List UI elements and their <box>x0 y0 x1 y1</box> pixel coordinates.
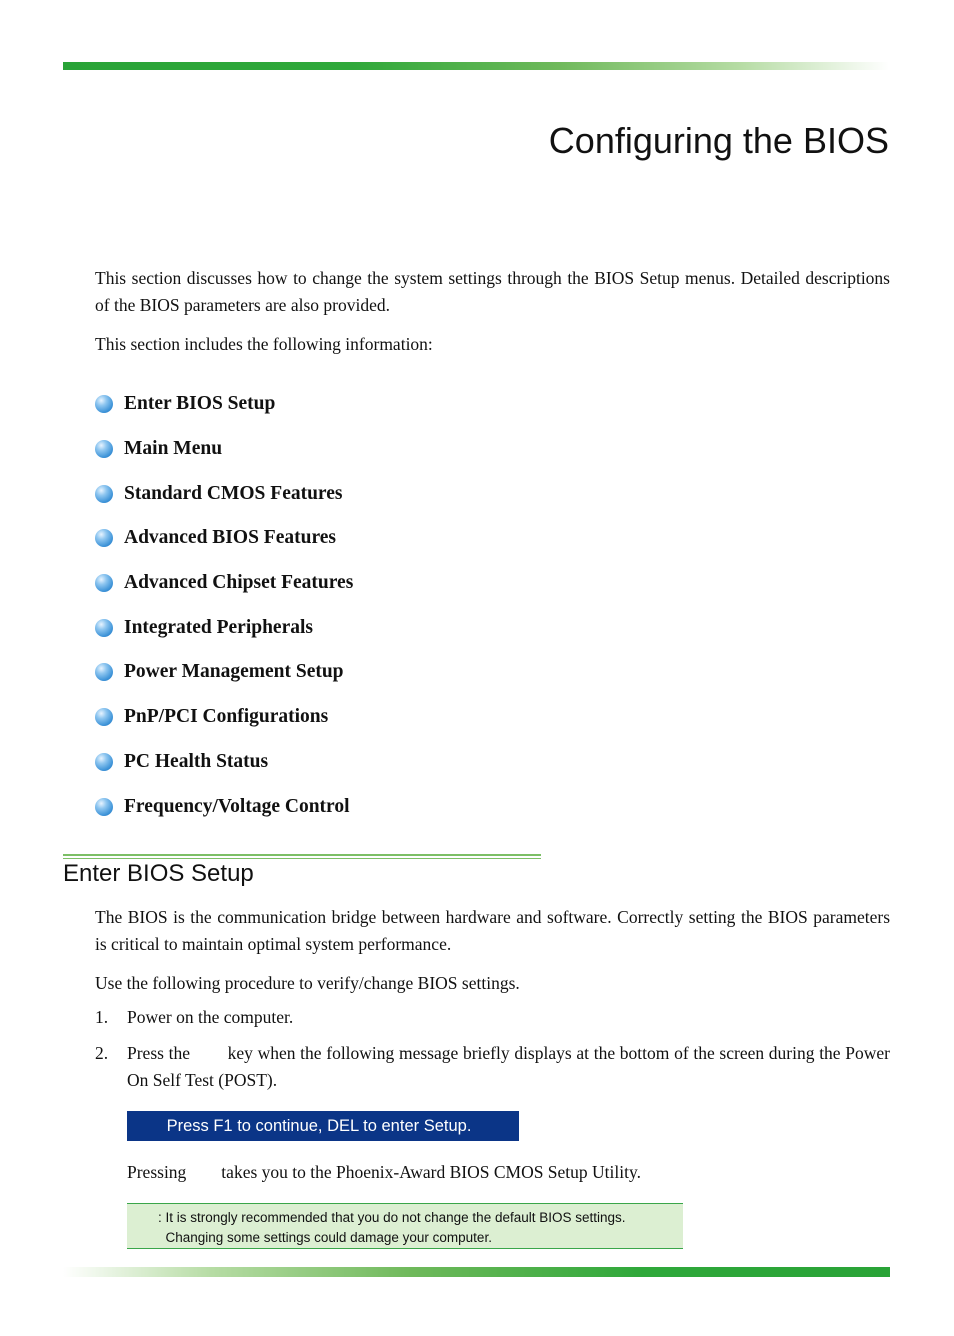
blue-sphere-bullet-icon <box>95 484 113 503</box>
step-number: 1. <box>95 1007 109 1027</box>
footer-gradient-bar <box>63 1267 890 1277</box>
pressing-del-text: Pressing takes you to the Phoenix-Award … <box>127 1162 641 1182</box>
toc-item-pc-health-status: PC Health Status <box>95 740 353 785</box>
bios-description-paragraph: The BIOS is the communication bridge bet… <box>95 907 890 954</box>
step-number: 2. <box>95 1043 109 1063</box>
procedure-step: 1. Power on the computer. <box>95 1004 890 1031</box>
toc-item-power-management-setup: Power Management Setup <box>95 650 353 695</box>
toc-link[interactable]: PC Health Status <box>124 751 268 773</box>
toc-item-advanced-bios-features: Advanced BIOS Features <box>95 516 353 561</box>
blue-sphere-bullet-icon <box>95 440 113 459</box>
step-text: Power on the computer. <box>127 1007 294 1027</box>
blue-sphere-bullet-icon <box>95 574 113 593</box>
section-heading: Enter BIOS Setup <box>63 860 254 887</box>
note-line-1: : It is strongly recommended that you do… <box>158 1210 626 1225</box>
procedure-step: 2. Press the key when the following mess… <box>95 1040 890 1094</box>
intro-paragraph: This section discusses how to change the… <box>95 268 890 315</box>
note-box: : It is strongly recommended that you do… <box>127 1203 683 1249</box>
toc-item-advanced-chipset-features: Advanced Chipset Features <box>95 561 353 606</box>
page-title: Configuring the BIOS <box>548 120 889 161</box>
toc-link[interactable]: Main Menu <box>124 438 222 460</box>
toc-link[interactable]: Standard CMOS Features <box>124 483 342 505</box>
toc-link[interactable]: Integrated Peripherals <box>124 617 313 639</box>
post-screen-message: Press F1 to continue, DEL to enter Setup… <box>127 1111 519 1141</box>
toc-link[interactable]: PnP/PCI Configurations <box>124 706 328 728</box>
toc-item-enter-bios-setup: Enter BIOS Setup <box>95 382 353 427</box>
blue-sphere-bullet-icon <box>95 529 113 548</box>
header-gradient-bar <box>63 62 889 70</box>
section-contents-list: Enter BIOS Setup Main Menu Standard CMOS… <box>95 382 353 829</box>
blue-sphere-bullet-icon <box>95 752 113 771</box>
toc-item-frequency-voltage-control: Frequency/Voltage Control <box>95 784 353 829</box>
blue-sphere-bullet-icon <box>95 708 113 727</box>
toc-link[interactable]: Advanced BIOS Features <box>124 527 336 549</box>
includes-text: This section includes the following info… <box>95 334 433 354</box>
note-text: : It is strongly recommended that you do… <box>158 1208 626 1247</box>
toc-link[interactable]: Enter BIOS Setup <box>124 393 275 415</box>
toc-item-integrated-peripherals: Integrated Peripherals <box>95 605 353 650</box>
toc-link[interactable]: Advanced Chipset Features <box>124 572 353 594</box>
procedure-intro: Use the following procedure to verify/ch… <box>95 973 520 993</box>
blue-sphere-bullet-icon <box>95 618 113 637</box>
blue-sphere-bullet-icon <box>95 395 113 414</box>
blue-sphere-bullet-icon <box>95 663 113 682</box>
step-text: Press the key when the following message… <box>127 1043 895 1090</box>
section-divider <box>63 854 541 859</box>
note-line-2: Changing some settings could damage your… <box>158 1229 492 1245</box>
toc-link[interactable]: Power Management Setup <box>124 661 344 683</box>
toc-link[interactable]: Frequency/Voltage Control <box>124 796 350 818</box>
blue-sphere-bullet-icon <box>95 797 113 816</box>
toc-item-main-menu: Main Menu <box>95 427 353 472</box>
toc-item-pnp-pci-configurations: PnP/PCI Configurations <box>95 695 353 740</box>
toc-item-standard-cmos-features: Standard CMOS Features <box>95 471 353 516</box>
